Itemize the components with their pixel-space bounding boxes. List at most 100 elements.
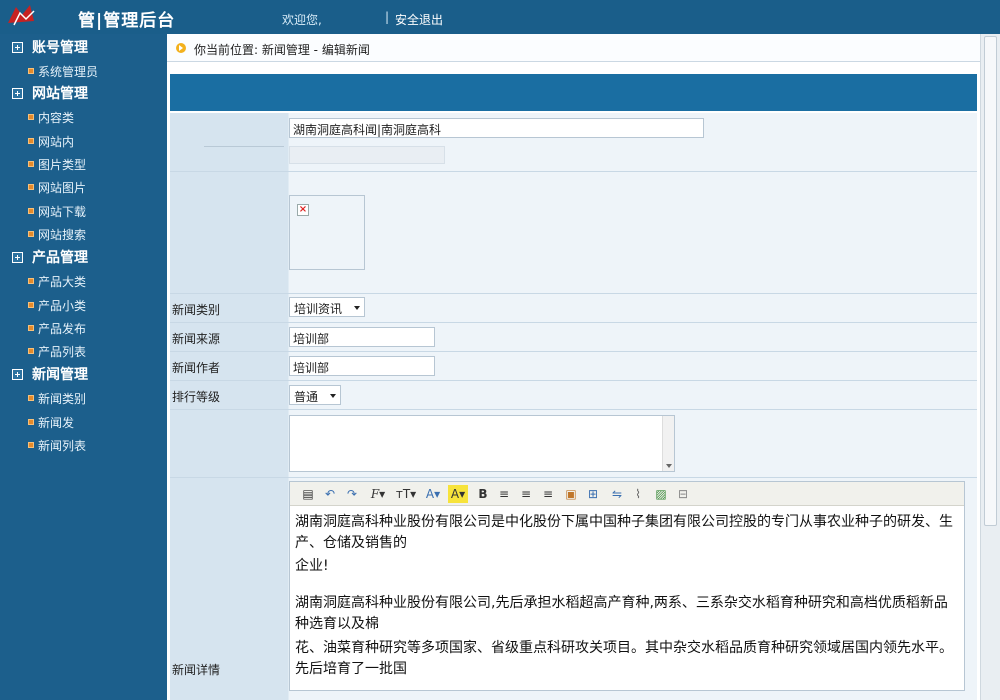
sidebar-group-label: 账号管理	[32, 40, 88, 56]
bullet-icon	[28, 138, 34, 144]
bullet-icon	[28, 278, 34, 284]
bullet-icon	[28, 184, 34, 190]
bullet-icon	[28, 348, 34, 354]
detail-field-cell: ▤ ↶ ↷ F▾ тT▾ A▾ A▾ B ≡ ≡ ≡ ▣ ⊞ ⇋ ⌇ ▨ ⊟ 湖…	[289, 478, 977, 700]
logout-separator: |	[385, 10, 390, 24]
sidebar-item-site-search[interactable]: 网站搜索	[28, 225, 86, 243]
sidebar-item-label: 新闻发	[38, 415, 75, 430]
summary-field-cell	[289, 410, 977, 477]
sidebar-item-site-images[interactable]: 网站图片	[28, 178, 86, 196]
editor-toolbar: ▤ ↶ ↷ F▾ тT▾ A▾ A▾ B ≡ ≡ ≡ ▣ ⊞ ⇋ ⌇ ▨ ⊟	[290, 482, 964, 506]
editor-paragraph-empty	[295, 577, 955, 593]
sidebar-group-news[interactable]: 新闻管理	[12, 363, 88, 385]
font-color-icon[interactable]: A▾	[423, 485, 443, 503]
title-label-cell	[170, 113, 288, 171]
sidebar-group-accounts[interactable]: 账号管理	[12, 36, 88, 58]
sidebar-item-label: 新闻类别	[38, 391, 87, 406]
sidebar-item-site-content[interactable]: 网站内	[28, 132, 74, 150]
bold-icon[interactable]: B	[476, 485, 490, 503]
sidebar-item-site-download[interactable]: 网站下载	[28, 202, 86, 220]
table-icon[interactable]: ⊞	[585, 485, 601, 503]
summary-scrollbar[interactable]	[662, 416, 674, 471]
logout-link[interactable]: 安全退出	[395, 11, 443, 28]
image-label-cell	[170, 172, 288, 293]
bullet-icon	[28, 395, 34, 401]
rank-label: 排行等级	[172, 390, 221, 404]
sidebar-group-products[interactable]: 产品管理	[12, 246, 88, 268]
sidebar-group-label: 产品管理	[32, 250, 88, 266]
welcome-text: 欢迎您,	[282, 13, 322, 27]
align-center-icon[interactable]: ≡	[518, 485, 534, 503]
breadcrumb: 你当前位置: 新闻管理 - 编辑新闻	[167, 34, 980, 62]
expand-plus-icon	[12, 87, 23, 99]
source-label-cell: 新闻来源	[170, 323, 288, 351]
sidebar-item-product-subcategory[interactable]: 产品小类	[28, 296, 86, 314]
title-field-cell: 湖南洞庭高科闻|南洞庭高科	[289, 113, 977, 171]
align-left-icon[interactable]: ≡	[496, 485, 512, 503]
logo-mark-icon	[8, 5, 35, 26]
font-size-icon[interactable]: тT▾	[395, 485, 417, 503]
flash-icon[interactable]: ⇋	[608, 485, 626, 503]
category-label: 新闻类别	[172, 303, 221, 317]
image-field-cell: ×	[289, 172, 977, 293]
sidebar-item-product-category[interactable]: 产品大类	[28, 272, 86, 290]
source-field-cell: 培训部	[289, 323, 977, 351]
author-field-cell: 培训部	[289, 352, 977, 380]
font-family-icon[interactable]: F▾	[367, 485, 389, 503]
bullet-icon	[28, 442, 34, 448]
sidebar-item-label: 网站搜索	[38, 227, 87, 242]
sidebar-item-product-publish[interactable]: 产品发布	[28, 319, 86, 337]
bullet-icon	[28, 208, 34, 214]
detail-label: 新闻详情	[172, 663, 221, 677]
source-label: 新闻来源	[172, 332, 221, 346]
scrollbar-thumb[interactable]	[984, 36, 997, 526]
highlight-icon[interactable]: A▾	[448, 485, 468, 503]
bullet-icon	[28, 302, 34, 308]
breadcrumb-text: 你当前位置: 新闻管理 - 编辑新闻	[194, 43, 370, 57]
news-title-input[interactable]: 湖南洞庭高科闻|南洞庭高科	[289, 118, 704, 138]
sidebar-item-content-type[interactable]: 内容类	[28, 108, 74, 126]
sidebar-item-label: 产品小类	[38, 298, 87, 313]
title-subfield[interactable]	[289, 146, 445, 164]
sidebar: 账号管理 系统管理员 网站管理 内容类 网站内 图片类型 网站图片 网站下载 网…	[0, 34, 167, 700]
broken-image-icon: ×	[297, 204, 309, 216]
page-scrollbar[interactable]	[980, 34, 1000, 700]
expand-plus-icon	[12, 41, 23, 53]
rich-text-editor[interactable]: ▤ ↶ ↷ F▾ тT▾ A▾ A▾ B ≡ ≡ ≡ ▣ ⊞ ⇋ ⌇ ▨ ⊟ 湖…	[289, 481, 965, 691]
sidebar-item-label: 图片类型	[38, 157, 87, 172]
sidebar-item-news-list[interactable]: 新闻列表	[28, 436, 86, 454]
sidebar-item-product-list[interactable]: 产品列表	[28, 342, 86, 360]
source-input[interactable]: 培训部	[289, 327, 435, 347]
undo-icon[interactable]: ↶	[322, 485, 338, 503]
redo-icon[interactable]: ↷	[344, 485, 360, 503]
summary-textarea[interactable]	[289, 415, 675, 472]
author-input[interactable]: 培训部	[289, 356, 435, 376]
category-select[interactable]: 培训资讯	[289, 297, 365, 317]
edit-news-form: 湖南洞庭高科闻|南洞庭高科 × 新闻类别 培训资讯 新闻来源 培训部 新闻作者 …	[170, 113, 977, 700]
rank-select[interactable]: 普通	[289, 385, 341, 405]
editor-body[interactable]: 湖南洞庭高科种业股份有限公司是中化股份下属中国种子集团有限公司控股的专门从事农业…	[295, 512, 955, 680]
editor-paragraph: 花、油菜育种研究等多项国家、省级重点科研攻关项目。其中杂交水稻品质育种研究领域居…	[295, 640, 953, 677]
title-label-divider	[204, 146, 284, 147]
sidebar-item-system-admin[interactable]: 系统管理员	[28, 62, 98, 80]
image-preview-box[interactable]: ×	[289, 195, 365, 270]
source-icon[interactable]: ▤	[300, 485, 316, 503]
bullet-icon	[28, 114, 34, 120]
attachment-icon[interactable]: ⌇	[631, 485, 645, 503]
sidebar-item-news-publish[interactable]: 新闻发	[28, 413, 74, 431]
sidebar-group-website[interactable]: 网站管理	[12, 82, 88, 104]
arrow-circle-icon	[176, 43, 186, 53]
image-icon[interactable]: ▣	[563, 485, 579, 503]
pagebreak-icon[interactable]: ⊟	[675, 485, 691, 503]
align-right-icon[interactable]: ≡	[540, 485, 556, 503]
editor-paragraph: 湖南洞庭高科种业股份有限公司,先后承担水稻超高产育种,两系、三系杂交水稻育种研究…	[295, 595, 948, 632]
expand-plus-icon	[12, 251, 23, 263]
sidebar-item-image-type[interactable]: 图片类型	[28, 155, 86, 173]
picture-icon[interactable]: ▨	[653, 485, 669, 503]
sidebar-item-news-category[interactable]: 新闻类别	[28, 389, 86, 407]
sidebar-item-label: 系统管理员	[38, 64, 99, 79]
chevron-down-icon	[330, 394, 336, 398]
rank-label-cell: 排行等级	[170, 381, 288, 409]
sidebar-item-label: 网站下载	[38, 204, 87, 219]
sidebar-item-label: 产品发布	[38, 321, 87, 336]
